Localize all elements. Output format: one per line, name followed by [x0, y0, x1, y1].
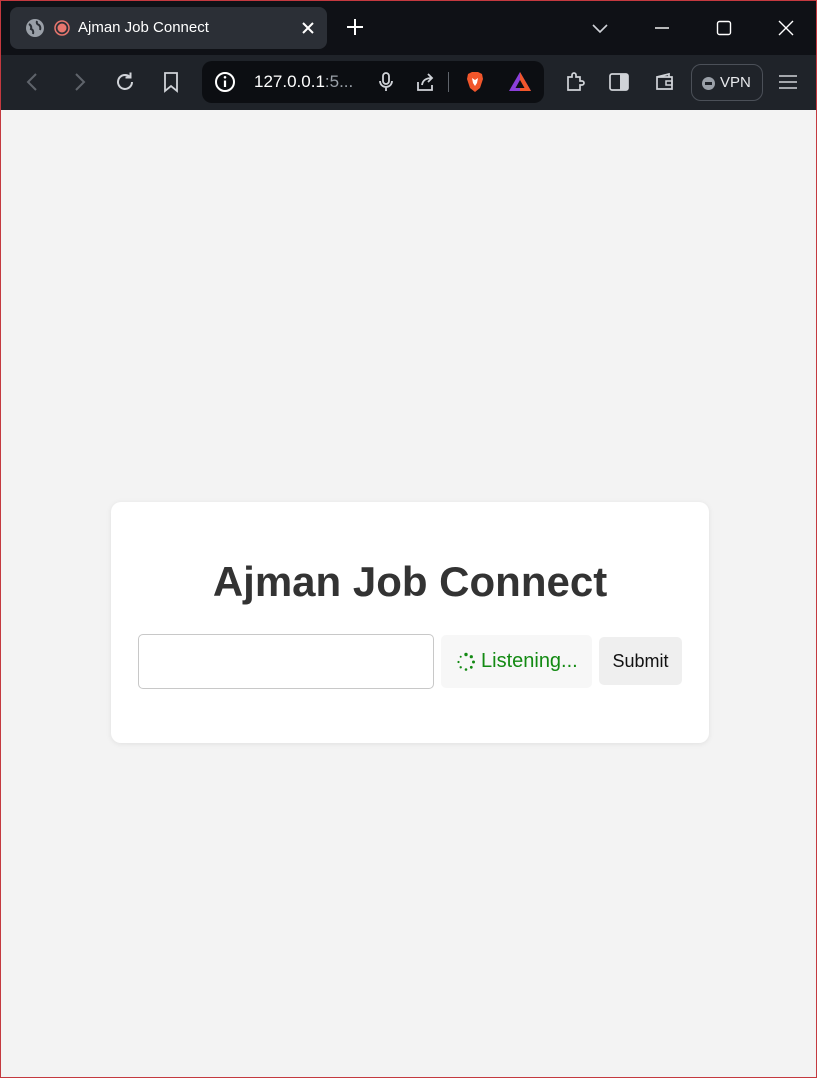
search-card: Ajman Job Connect Listening... Submit — [111, 502, 709, 743]
forward-icon[interactable] — [67, 70, 91, 94]
browser-window: Ajman Job Connect 127.0.0.1:5... VPN Ajm… — [0, 0, 817, 1078]
url-path: :5... — [324, 72, 354, 91]
close-window-icon[interactable] — [775, 17, 797, 39]
extensions-icon[interactable] — [563, 70, 587, 94]
minimize-icon[interactable] — [651, 17, 673, 39]
submit-button[interactable]: Submit — [599, 637, 682, 685]
page-title: Ajman Job Connect — [212, 558, 608, 605]
sidebar-icon[interactable] — [607, 70, 631, 94]
bookmark-icon[interactable] — [159, 70, 183, 94]
url-host: 127.0.0.1 — [254, 72, 325, 91]
url-divider — [448, 72, 449, 92]
globe-icon — [26, 19, 44, 37]
maximize-icon[interactable] — [713, 17, 735, 39]
brave-shields-icon[interactable] — [463, 70, 487, 94]
wallet-icon[interactable] — [653, 70, 677, 94]
voice-status: Listening... — [441, 635, 592, 688]
reload-icon[interactable] — [113, 70, 137, 94]
browser-toolbar: 127.0.0.1:5... VPN — [1, 55, 816, 110]
close-tab-icon[interactable] — [300, 20, 316, 36]
tab-title: Ajman Job Connect — [78, 19, 209, 36]
recording-icon — [54, 20, 70, 36]
microphone-icon[interactable] — [374, 70, 398, 94]
tab-strip: Ajman Job Connect — [1, 1, 816, 55]
active-tab[interactable]: Ajman Job Connect — [10, 7, 327, 49]
brave-rewards-icon[interactable] — [508, 70, 532, 94]
menu-icon[interactable] — [776, 70, 800, 94]
back-icon[interactable] — [21, 70, 45, 94]
share-icon[interactable] — [414, 70, 438, 94]
status-text: Listening... — [481, 650, 578, 672]
new-tab-icon[interactable] — [345, 17, 365, 37]
tab-search-chevron-icon[interactable] — [589, 17, 611, 39]
page-viewport: Ajman Job Connect Listening... Submit — [1, 110, 816, 1077]
loading-spinner-icon — [457, 652, 475, 671]
url-text[interactable]: 127.0.0.1:5... — [254, 72, 353, 92]
vpn-label: VPN — [720, 74, 751, 91]
address-bar[interactable]: 127.0.0.1:5... — [202, 61, 544, 103]
query-input[interactable] — [138, 634, 434, 689]
vpn-button[interactable]: VPN — [691, 64, 763, 101]
vpn-status-icon — [702, 77, 715, 90]
site-info-icon[interactable] — [213, 70, 237, 94]
